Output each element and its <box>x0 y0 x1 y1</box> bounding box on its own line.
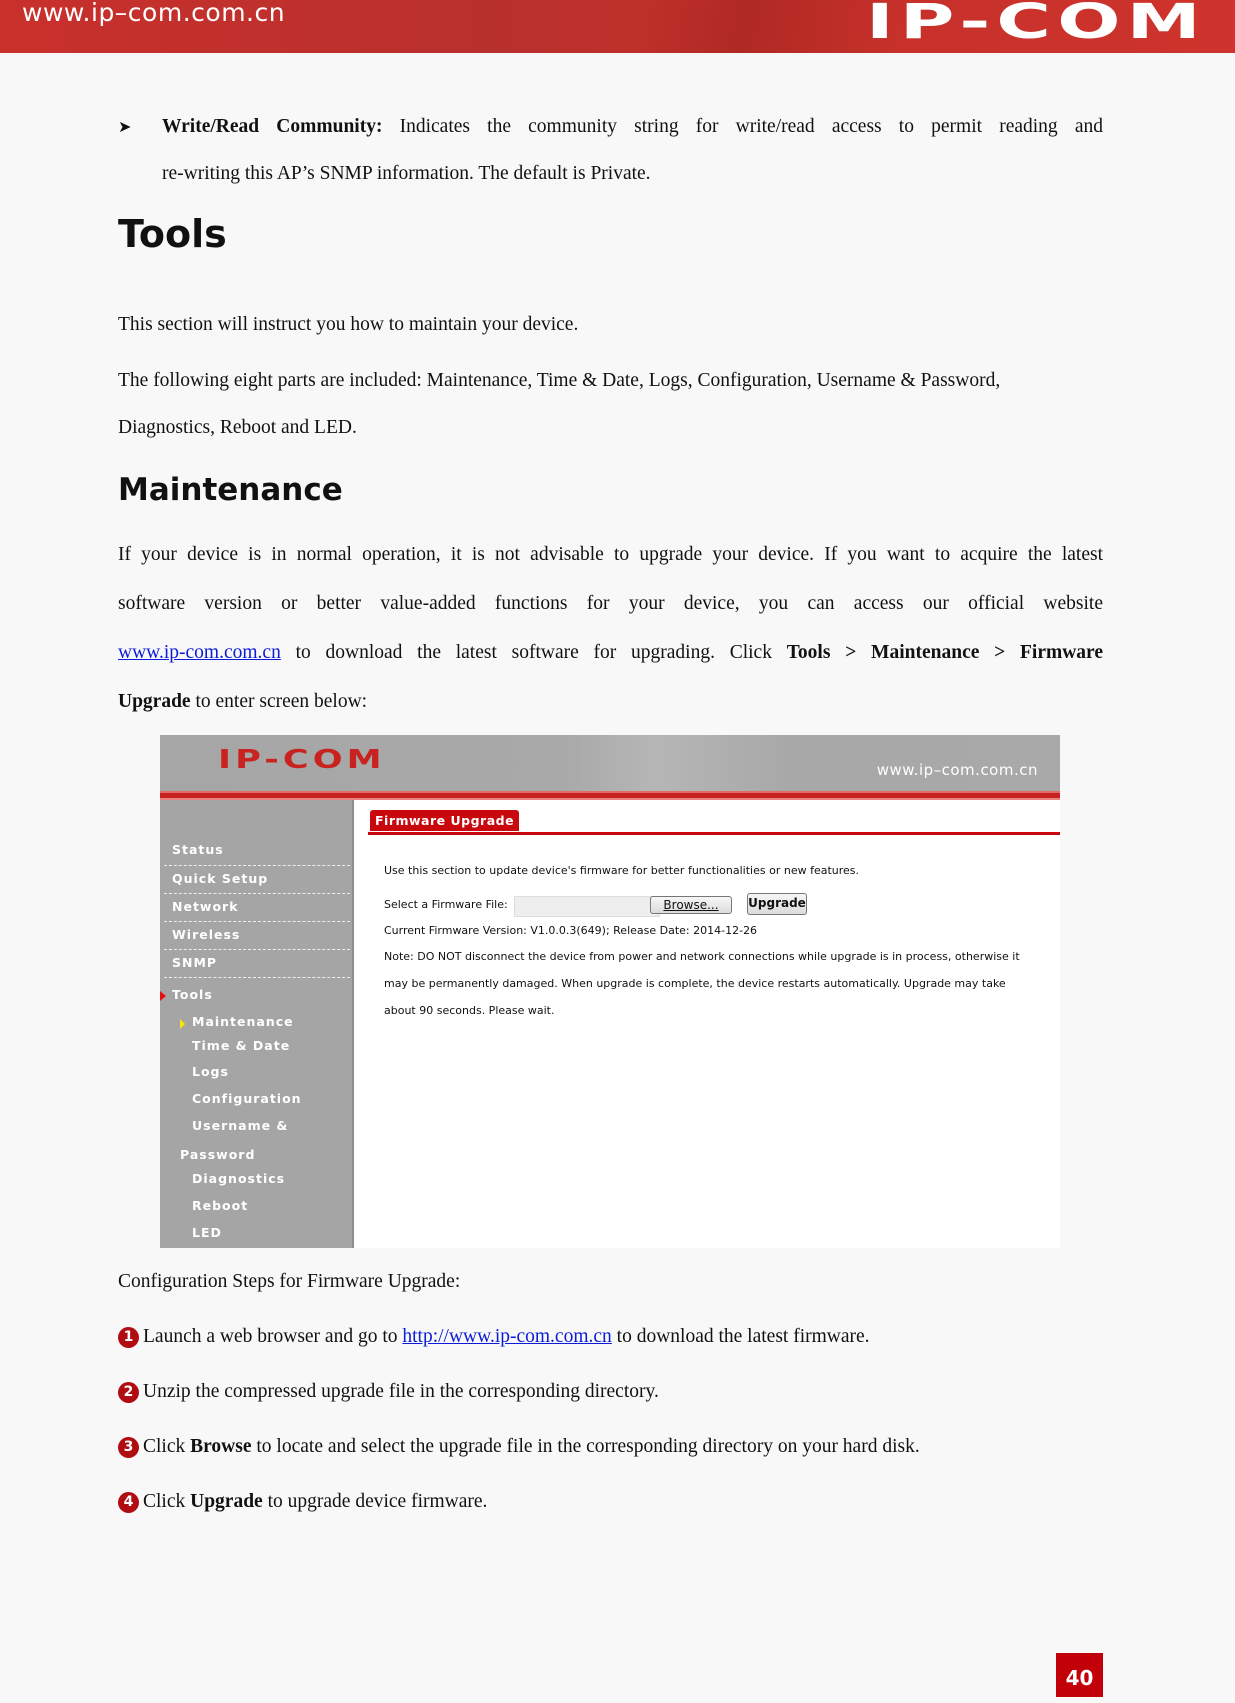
tools-parts-line-2: Diagnostics, Reboot and LED. <box>118 417 357 438</box>
steps-title: Configuration Steps for Firmware Upgrade… <box>118 1271 461 1292</box>
maintenance-para-line-2: software version or better value-added f… <box>118 593 1103 614</box>
step-number-badge-icon: 2 <box>118 1382 139 1403</box>
section-heading-tools: Tools <box>118 212 227 256</box>
step-text: to upgrade device firmware. <box>262 1491 488 1512</box>
nav-divider <box>164 977 350 978</box>
step-text: to download the latest firmware. <box>611 1326 870 1347</box>
maintenance-para-line-3: www.ip-com.com.cn to download the latest… <box>118 629 1103 677</box>
tools-parts-line-1: The following eight parts are included: … <box>118 370 1001 391</box>
step-2: 2 Unzip the compressed upgrade file in th… <box>118 1381 659 1403</box>
nav-item-status[interactable]: Status <box>172 842 224 857</box>
note-line-3: about 90 seconds. Please wait. <box>384 1004 555 1017</box>
nav-sub-configuration[interactable]: Configuration <box>192 1091 302 1106</box>
step-text: Click <box>143 1436 191 1457</box>
bullet-line-1: Write/Read Community: Indicates the comm… <box>162 103 1103 150</box>
page-header-banner: www.ip–com.com.cn IP-COM <box>0 0 1235 53</box>
bullet-line1-text: Indicates the community string for write… <box>382 116 1103 137</box>
step-keyword: Upgrade <box>190 1491 263 1512</box>
nav-divider <box>164 949 350 950</box>
nav-sub-username-password[interactable]: Username & <box>192 1118 288 1133</box>
note-line-1: Note: DO NOT disconnect the device from … <box>384 950 1020 963</box>
maintenance-para-line-1: If your device is in normal operation, i… <box>118 544 1103 565</box>
step-3: 3 Click Browse to locate and select the u… <box>118 1436 920 1458</box>
firmware-version: Current Firmware Version: V1.0.0.3(649);… <box>384 924 758 937</box>
nav-sub-led[interactable]: LED <box>192 1225 222 1240</box>
upgrade-button[interactable]: Upgrade <box>747 893 807 915</box>
step-number-badge-icon: 1 <box>118 1327 139 1348</box>
nav-sub-logs[interactable]: Logs <box>192 1064 229 1079</box>
firmware-file-label: Select a Firmware File: <box>384 898 508 911</box>
router-header-bar <box>160 791 1060 800</box>
nav-sub-reboot[interactable]: Reboot <box>192 1198 248 1213</box>
step-keyword: Browse <box>190 1436 252 1457</box>
step-text: Click <box>143 1491 191 1512</box>
menu-path-end: Upgrade <box>118 691 191 712</box>
firmware-file-input[interactable] <box>514 896 660 917</box>
menu-path: Tools > Maintenance > Firmware <box>786 642 1104 663</box>
firmware-upgrade-screenshot: IP-COM www.ip–com.com.cn Status Quick Se… <box>160 735 1060 1248</box>
page-number: 40 <box>1056 1653 1103 1697</box>
active-section-marker-icon <box>160 991 166 1001</box>
section-heading-maintenance: Maintenance <box>118 472 343 508</box>
browse-button[interactable]: Browse... <box>650 896 732 914</box>
bullet-term: Write/Read Community: <box>162 116 383 137</box>
para-text: to enter screen below: <box>190 691 368 712</box>
nav-item-snmp[interactable]: SNMP <box>172 955 217 970</box>
router-header: IP-COM www.ip–com.com.cn <box>160 735 1060 798</box>
nav-sub-maintenance[interactable]: Maintenance <box>192 1014 294 1029</box>
official-website-link[interactable]: www.ip-com.com.cn <box>118 642 281 663</box>
nav-sub-username-password-cont[interactable]: Password <box>180 1147 255 1162</box>
nav-item-network[interactable]: Network <box>172 899 239 914</box>
router-header-url: www.ip–com.com.cn <box>876 761 1038 779</box>
step-number-badge-icon: 3 <box>118 1437 139 1458</box>
active-page-marker-icon <box>180 1019 185 1029</box>
router-main-panel: Firmware Upgrade Use this section to upd… <box>354 800 1060 1248</box>
note-line-2: may be permanently damaged. When upgrade… <box>384 977 1006 990</box>
nav-item-quick-setup[interactable]: Quick Setup <box>172 871 268 886</box>
arrow-bullet-icon: ➤ <box>118 117 132 136</box>
header-url: www.ip–com.com.cn <box>22 0 286 27</box>
step-text: to locate and select the upgrade file in… <box>251 1436 920 1457</box>
bullet-write-read-community: ➤ Write/Read Community: Indicates the co… <box>118 103 1103 197</box>
tools-intro: This section will instruct you how to ma… <box>118 314 579 335</box>
upgrade-description: Use this section to update device's firm… <box>384 864 860 877</box>
nav-divider <box>164 893 350 894</box>
maintenance-para-line-4: Upgrade to enter screen below: <box>118 678 1103 726</box>
router-sidebar: Status Quick Setup Network Wireless SNMP… <box>160 800 354 1248</box>
step-1: 1 Launch a web browser and go to http://w… <box>118 1326 870 1348</box>
para-text: to download the latest software for upgr… <box>280 642 787 663</box>
brand-logo: IP-COM <box>866 0 1207 50</box>
nav-item-wireless[interactable]: Wireless <box>172 927 240 942</box>
tab-underline <box>368 832 1060 835</box>
router-logo: IP-COM <box>218 745 386 775</box>
nav-divider <box>164 865 350 866</box>
tab-firmware-upgrade[interactable]: Firmware Upgrade <box>370 810 520 831</box>
step-text: Unzip the compressed upgrade file in the… <box>143 1381 659 1402</box>
nav-divider <box>164 921 350 922</box>
step-text: Launch a web browser and go to <box>143 1326 403 1347</box>
banner-decoration <box>640 0 900 53</box>
firmware-download-link[interactable]: http://www.ip-com.com.cn <box>402 1326 611 1347</box>
step-number-badge-icon: 4 <box>118 1492 139 1513</box>
nav-item-tools[interactable]: Tools <box>172 987 213 1002</box>
bullet-line-2: re-writing this AP’s SNMP information. T… <box>162 163 651 184</box>
nav-sub-time-date[interactable]: Time & Date <box>192 1038 290 1053</box>
nav-sub-diagnostics[interactable]: Diagnostics <box>192 1171 285 1186</box>
step-4: 4 Click Upgrade to upgrade device firmwar… <box>118 1491 487 1513</box>
